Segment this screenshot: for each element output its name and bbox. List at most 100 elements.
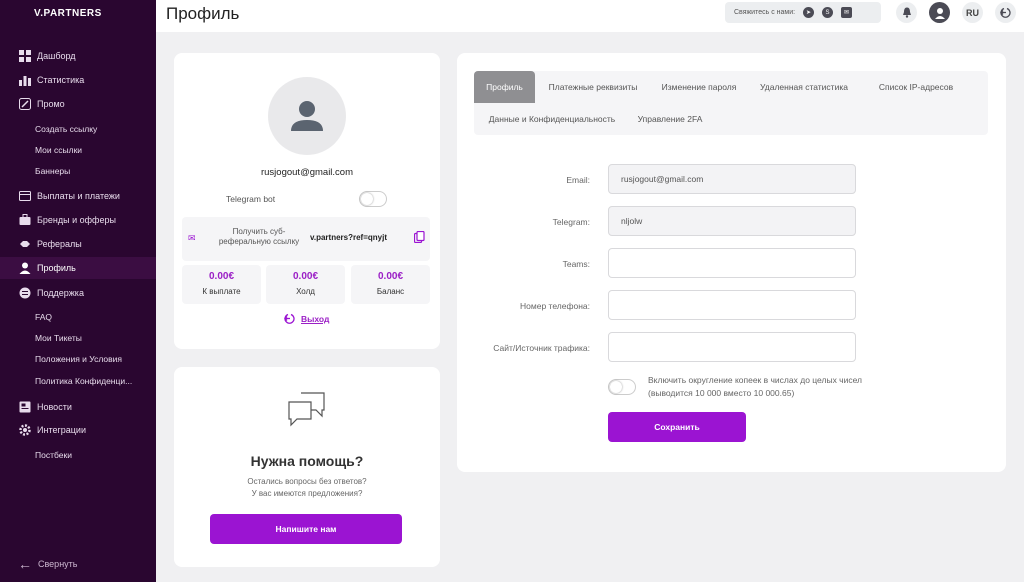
sidebar-item-payouts[interactable]: Выплаты и платежи: [0, 185, 156, 207]
sidebar-item-label: Дашборд: [37, 51, 76, 61]
promo-icon: [19, 98, 31, 110]
skype-icon[interactable]: S: [822, 7, 834, 18]
mail-icon[interactable]: ✉: [841, 7, 853, 18]
tab-ip-list[interactable]: Список IP-адресов: [864, 71, 968, 103]
arrow-left-icon: ←: [18, 556, 32, 572]
telegram-bot-toggle[interactable]: [359, 191, 387, 207]
referral-box: ✉ Получить суб-реферальную ссылку v.part…: [182, 217, 430, 261]
support-icon: [19, 287, 31, 299]
sidebar-item-label: Бренды и офферы: [37, 215, 116, 225]
sidebar-item-support[interactable]: Поддержка: [0, 282, 156, 304]
referral-link[interactable]: v.partners?ref=qnyjt: [310, 233, 387, 242]
handshake-icon: [19, 238, 31, 250]
email-field[interactable]: rusjogout@gmail.com: [608, 164, 856, 194]
profile-email: rusjogout@gmail.com: [260, 167, 353, 178]
sidebar-item-label: Баннеры: [35, 166, 71, 176]
collapse-button[interactable]: ← Свернуть: [18, 556, 77, 572]
logout-link[interactable]: Выход: [284, 313, 329, 324]
sidebar-item-create-link[interactable]: Создать ссылку: [0, 118, 156, 140]
notifications-button[interactable]: [896, 2, 917, 23]
sidebar-item-banners[interactable]: Баннеры: [0, 160, 156, 182]
stat-label: Холд: [296, 287, 315, 296]
sidebar-item-my-tickets[interactable]: Мои Тикеты: [0, 327, 156, 349]
sidebar-item-label: Рефералы: [37, 239, 82, 249]
sidebar-item-dashboard[interactable]: Дашборд: [0, 45, 156, 67]
contact-bar: Свяжитесь с нами: ➤ S ✉: [725, 2, 881, 23]
stat-value: 0.00€: [377, 271, 404, 282]
sidebar-item-label: Создать ссылку: [35, 124, 98, 134]
teams-field[interactable]: [608, 248, 856, 278]
bell-icon: [902, 7, 911, 18]
site-label: Сайт/Источник трафика:: [493, 343, 590, 353]
sidebar-item-label: Профиль: [37, 263, 76, 273]
sidebar-item-my-links[interactable]: Мои ссылки: [0, 139, 156, 161]
stat-label: К выплате: [202, 287, 241, 296]
telegram-bot-label: Telegram bot: [226, 194, 276, 204]
mail-icon: ✉: [188, 233, 196, 243]
sidebar-item-terms[interactable]: Положения и Условия: [0, 348, 156, 370]
copy-icon[interactable]: [414, 231, 425, 243]
phone-field[interactable]: [608, 290, 856, 320]
sidebar-item-postbacks[interactable]: Постбеки: [0, 444, 156, 466]
phone-label: Номер телефона:: [520, 301, 590, 311]
logout-header-button[interactable]: [995, 2, 1016, 23]
sidebar-item-label: Политика Конфиденци...: [35, 376, 133, 386]
help-line-2: У вас имеются предложения?: [251, 489, 363, 498]
sidebar: V.PARTNERS Дашборд Статистика Промо Созд…: [0, 0, 156, 582]
profile-avatar[interactable]: [268, 77, 346, 155]
write-us-button[interactable]: Напишите нам: [210, 514, 402, 544]
tab-profile[interactable]: Профиль: [474, 71, 535, 103]
sidebar-item-label: Мои ссылки: [35, 145, 83, 155]
chat-bubbles-icon: [288, 392, 325, 427]
tab-remote-stats[interactable]: Удаленная статистика: [752, 71, 856, 103]
stat-value: 0.00€: [208, 271, 235, 282]
language-button[interactable]: RU: [962, 2, 983, 23]
tab-2fa[interactable]: Управление 2FA: [630, 103, 710, 135]
user-icon: [19, 262, 31, 274]
sidebar-item-faq[interactable]: FAQ: [0, 306, 156, 328]
logout-label: Выход: [301, 313, 330, 324]
tab-payment-details[interactable]: Платежные реквизиты: [538, 71, 648, 103]
wallet-icon: [19, 190, 31, 202]
sidebar-item-label: Промо: [37, 99, 65, 109]
referral-text: Получить суб-реферальную ссылку: [218, 227, 300, 246]
stat-value: 0.00€: [292, 271, 319, 282]
sidebar-item-label: FAQ: [35, 312, 53, 322]
sidebar-item-news[interactable]: Новости: [0, 396, 156, 418]
sidebar-item-integrations[interactable]: Интеграции: [0, 419, 156, 441]
tab-data-privacy[interactable]: Данные и Конфиденциальность: [482, 103, 622, 135]
stat-to-pay: 0.00€ К выплате: [182, 265, 261, 304]
settings-card: Профиль Платежные реквизиты Изменение па…: [457, 53, 1006, 472]
site-field[interactable]: [608, 332, 856, 362]
telegram-field[interactable]: nljolw: [608, 206, 856, 236]
sidebar-item-profile[interactable]: Профиль: [0, 257, 156, 279]
stat-hold: 0.00€ Холд: [266, 265, 345, 304]
user-avatar-button[interactable]: [929, 2, 950, 23]
sidebar-item-label: Статистика: [37, 75, 85, 85]
sidebar-item-promo[interactable]: Промо: [0, 93, 156, 115]
dashboard-icon: [19, 50, 31, 62]
sidebar-item-label: Интеграции: [37, 425, 86, 435]
sidebar-item-privacy[interactable]: Политика Конфиденци...: [0, 370, 156, 392]
bar-chart-icon: [19, 74, 31, 86]
sidebar-item-referrals[interactable]: Рефералы: [0, 233, 156, 255]
save-button[interactable]: Сохранить: [608, 412, 746, 442]
sidebar-item-statistics[interactable]: Статистика: [0, 69, 156, 91]
sidebar-item-brands[interactable]: Бренды и офферы: [0, 209, 156, 231]
logout-icon: [1000, 7, 1011, 18]
tab-change-password[interactable]: Изменение пароля: [654, 71, 744, 103]
briefcase-icon: [19, 214, 31, 226]
telegram-label: Telegram:: [552, 217, 590, 227]
sidebar-item-label: Поддержка: [37, 288, 84, 298]
sidebar-item-label: Постбеки: [35, 450, 72, 460]
help-line-1: Остались вопросы без ответов?: [247, 477, 367, 486]
user-placeholder-icon: [291, 101, 323, 131]
help-title: Нужна помощь?: [250, 453, 364, 469]
email-label: Email:: [566, 175, 590, 185]
sidebar-item-label: Выплаты и платежи: [37, 191, 120, 201]
brand-logo[interactable]: V.PARTNERS: [34, 8, 102, 19]
help-card: Нужна помощь? Остались вопросы без ответ…: [174, 367, 440, 567]
rounding-toggle[interactable]: [608, 379, 636, 395]
telegram-icon[interactable]: ➤: [803, 7, 815, 18]
user-icon: [934, 7, 945, 19]
